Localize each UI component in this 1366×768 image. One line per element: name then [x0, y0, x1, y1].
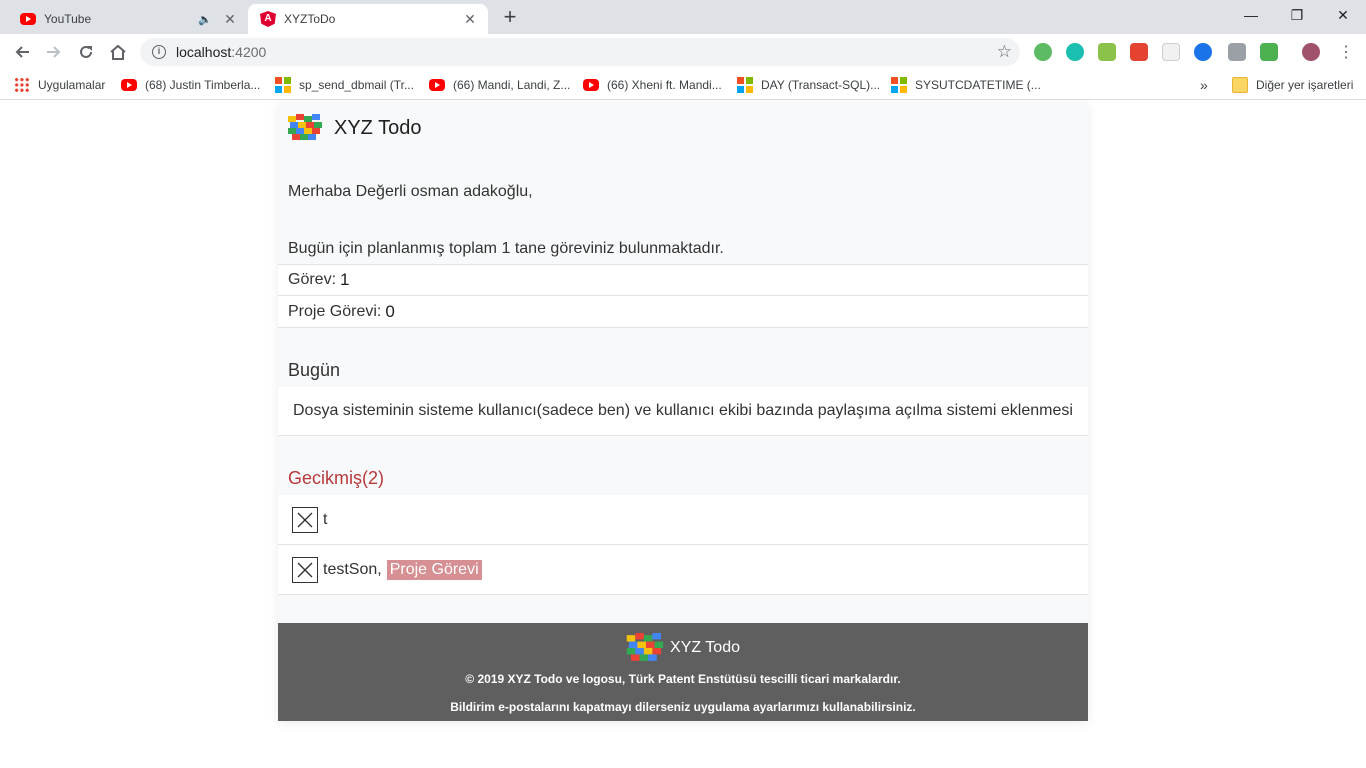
- back-button[interactable]: [10, 40, 34, 64]
- summary-text: Bugün için planlanmış toplam 1 tane göre…: [288, 240, 724, 258]
- other-bookmarks[interactable]: Diğer yer işaretleri: [1232, 76, 1353, 94]
- footer-notice: Bildirim e-postalarını kapatmayı dilerse…: [450, 700, 916, 714]
- home-button[interactable]: [106, 40, 130, 64]
- footer-brand: XYZ Todo: [278, 633, 1088, 663]
- angular-icon: A: [260, 11, 276, 27]
- bookmark-item[interactable]: DAY (Transact-SQL)...: [737, 76, 880, 94]
- bookmark-label: (66) Mandi, Landi, Z...: [453, 78, 571, 92]
- wikipedia-icon[interactable]: [1162, 43, 1180, 61]
- reload-button[interactable]: [74, 40, 98, 64]
- url-port: :4200: [231, 44, 267, 60]
- tab-title: XYZToDo: [284, 12, 336, 26]
- bookmark-label: SYSUTCDATETIME (...: [915, 78, 1041, 92]
- bookmark-star-icon[interactable]: ☆: [997, 42, 1012, 62]
- tab-strip: YouTube 🔈 ✕ A XYZToDo ✕ + — ❐ ✕: [0, 0, 1366, 34]
- footer-brand-name: XYZ Todo: [670, 639, 740, 656]
- reload-icon: [80, 45, 92, 58]
- bookmark-item[interactable]: sp_send_dbmail (Tr...: [275, 76, 414, 94]
- browser-toolbar: i localhost:4200 ☆ ⋮: [0, 34, 1366, 70]
- stat-value: 0: [385, 301, 395, 321]
- forward-arrow-icon: [47, 46, 61, 58]
- footer: XYZ Todo © 2019 XYZ Todo ve logosu, Türk…: [278, 623, 1088, 721]
- new-tab-button[interactable]: +: [498, 6, 522, 30]
- microsoft-icon: [275, 77, 291, 93]
- project-task-badge: Proje Görevi: [386, 559, 482, 580]
- bookmark-label: DAY (Transact-SQL)...: [761, 78, 881, 92]
- tab-xyztodo[interactable]: A XYZToDo ✕: [248, 4, 488, 34]
- summary-count: 1: [501, 240, 511, 257]
- todo-page: XYZ Todo Merhaba Değerli osman adakoğlu,…: [278, 103, 1088, 721]
- menu-icon[interactable]: ⋮: [1334, 40, 1358, 64]
- close-icon: [297, 512, 313, 527]
- address-bar[interactable]: i localhost:4200 ☆: [140, 38, 1020, 66]
- footer-copyright: © 2019 XYZ Todo ve logosu, Türk Patent E…: [465, 672, 901, 686]
- tab-youtube[interactable]: YouTube 🔈 ✕: [8, 4, 248, 34]
- forward-button[interactable]: [42, 40, 66, 64]
- youtube-icon: [121, 79, 137, 91]
- brand-name: XYZ Todo: [334, 116, 422, 139]
- speaker-icon[interactable]: 🔈: [198, 13, 212, 26]
- info-icon[interactable]: i: [152, 45, 166, 59]
- youtube-icon: [429, 79, 445, 91]
- today-section-title: Bugün: [288, 360, 341, 380]
- stat-label: Proje Görevi:: [288, 302, 382, 320]
- xyz-logo-icon: [626, 633, 666, 663]
- late-task-item[interactable]: t: [278, 495, 1088, 545]
- bookmark-item[interactable]: (66) Mandi, Landi, Z...: [429, 76, 570, 94]
- restore-button[interactable]: ❐: [1274, 0, 1320, 30]
- window-close-button[interactable]: ✕: [1320, 0, 1366, 30]
- minimize-button[interactable]: —: [1228, 0, 1274, 30]
- late-task-item[interactable]: testSon, Proje Görevi: [278, 545, 1088, 595]
- bookmark-item[interactable]: SYSUTCDATETIME (...: [891, 76, 1041, 94]
- close-icon: [297, 562, 313, 577]
- bookmark-label: (68) Justin Timberla...: [145, 78, 261, 92]
- folder-icon: [1232, 77, 1248, 93]
- bookmark-label: Uygulamalar: [38, 78, 106, 92]
- brand-header[interactable]: XYZ Todo: [288, 113, 421, 143]
- microsoft-icon: [891, 77, 907, 93]
- youtube-icon: [20, 13, 36, 25]
- tab-title: YouTube: [44, 12, 92, 26]
- bookmarks-bar: Uygulamalar (68) Justin Timberla... sp_s…: [0, 70, 1366, 100]
- bookmark-item[interactable]: (66) Xheni ft. Mandi...: [583, 76, 722, 94]
- bookmark-label: sp_send_dbmail (Tr...: [299, 78, 414, 92]
- apps-icon: [14, 77, 30, 93]
- summary-prefix: Bugün için planlanmış toplam: [288, 240, 498, 257]
- eyedropper-icon[interactable]: [1228, 43, 1246, 61]
- close-icon[interactable]: ✕: [222, 11, 238, 27]
- extension-icon[interactable]: [1066, 43, 1084, 61]
- extension-icon[interactable]: [1194, 43, 1212, 61]
- today-task-item[interactable]: Dosya sisteminin sisteme kullanıcı(sadec…: [278, 387, 1088, 436]
- stat-row-tasks: Görev: 1: [278, 264, 1088, 296]
- url-host: localhost: [176, 44, 232, 60]
- back-arrow-icon: [15, 46, 29, 58]
- stat-value: 1: [340, 270, 350, 289]
- stat-row-project-tasks: Proje Görevi: 0: [278, 296, 1088, 328]
- summary-suffix: tane göreviniz bulunmaktadır.: [514, 240, 724, 257]
- bookmark-label: Diğer yer işaretleri: [1256, 78, 1354, 92]
- bookmark-item[interactable]: (68) Justin Timberla...: [121, 76, 260, 94]
- close-icon[interactable]: ✕: [462, 11, 478, 27]
- bookmark-label: (66) Xheni ft. Mandi...: [607, 78, 722, 92]
- late-section-title: Gecikmiş(2): [288, 468, 385, 488]
- greeting-text: Merhaba Değerli osman adakoğlu,: [288, 183, 533, 200]
- youtube-icon: [583, 79, 599, 91]
- bookmarks-overflow-button[interactable]: »: [1200, 76, 1208, 94]
- task-name: testSon,: [323, 560, 382, 578]
- avatar[interactable]: [1302, 43, 1320, 61]
- todoist-icon[interactable]: [1130, 43, 1148, 61]
- task-name: t: [323, 510, 328, 528]
- task-name: Dosya sisteminin sisteme kullanıcı(sadec…: [293, 402, 1073, 419]
- bookmark-apps[interactable]: Uygulamalar: [14, 76, 105, 94]
- extension-icon[interactable]: [1098, 43, 1116, 61]
- delete-task-checkbox[interactable]: [292, 506, 318, 533]
- extension-icon[interactable]: [1034, 43, 1052, 61]
- microsoft-icon: [737, 77, 753, 93]
- xyz-logo-icon: [288, 114, 324, 142]
- delete-task-checkbox[interactable]: [292, 556, 318, 583]
- stat-label: Görev:: [288, 271, 337, 288]
- home-icon: [110, 44, 126, 60]
- extension-icon[interactable]: [1260, 43, 1278, 61]
